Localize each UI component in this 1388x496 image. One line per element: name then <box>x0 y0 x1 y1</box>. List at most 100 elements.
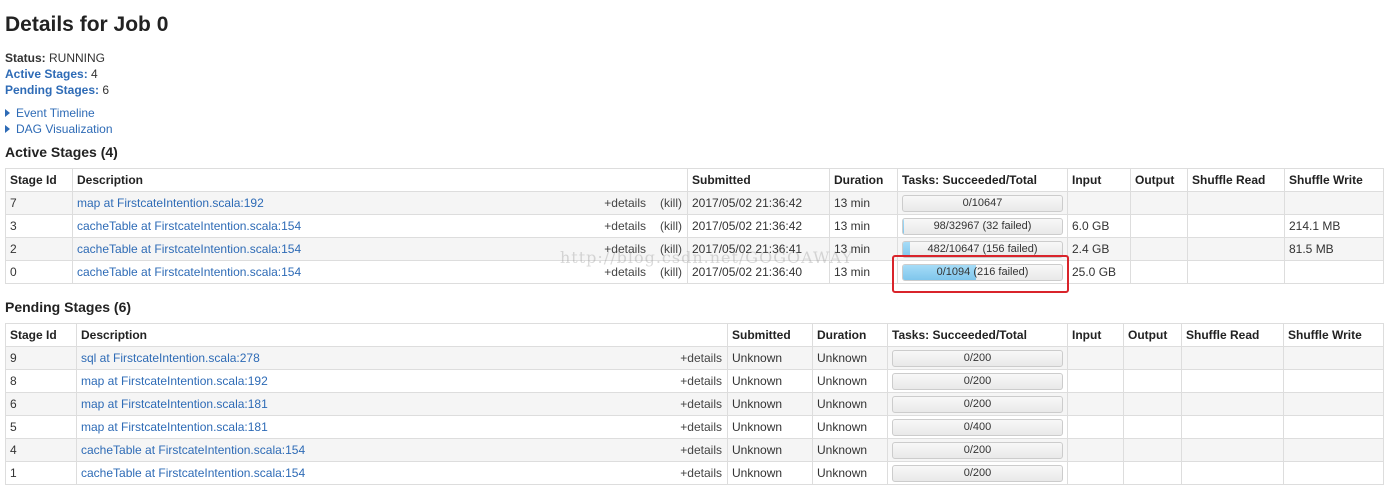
details-toggle[interactable]: +details <box>680 374 722 388</box>
shuffle-read <box>1181 346 1284 370</box>
col-shuffle-read[interactable]: Shuffle Read <box>1187 168 1285 192</box>
col-stage-id[interactable]: Stage Id <box>5 168 73 192</box>
stage-description-link[interactable]: cacheTable at FirstcateIntention.scala:1… <box>77 265 301 279</box>
tasks-cell: 0/400 <box>887 415 1068 439</box>
stage-id: 4 <box>5 438 77 462</box>
stage-id: 1 <box>5 461 77 485</box>
details-toggle[interactable]: +details <box>604 196 646 210</box>
stage-description-link[interactable]: map at FirstcateIntention.scala:192 <box>81 374 268 388</box>
col-description[interactable]: Description <box>72 168 688 192</box>
col-output[interactable]: Output <box>1130 168 1188 192</box>
input-size: 2.4 GB <box>1067 237 1131 261</box>
col-input[interactable]: Input <box>1067 323 1124 347</box>
tasks-progress-bar: 0/200 <box>892 372 1063 390</box>
col-shuffle-write[interactable]: Shuffle Write <box>1284 168 1384 192</box>
stage-description-link[interactable]: map at FirstcateIntention.scala:181 <box>81 420 268 434</box>
col-submitted[interactable]: Submitted <box>727 323 813 347</box>
duration: 13 min <box>829 214 898 238</box>
table-row: 8 map at FirstcateIntention.scala:192 +d… <box>5 369 1384 393</box>
stage-description-link[interactable]: sql at FirstcateIntention.scala:278 <box>81 351 260 365</box>
col-shuffle-read[interactable]: Shuffle Read <box>1181 323 1284 347</box>
stage-id: 7 <box>5 191 73 215</box>
dag-visualization-toggle[interactable]: DAG Visualization <box>5 121 113 137</box>
details-toggle[interactable]: +details <box>680 443 722 457</box>
col-output[interactable]: Output <box>1123 323 1182 347</box>
col-shuffle-write[interactable]: Shuffle Write <box>1283 323 1384 347</box>
table-row: 9 sql at FirstcateIntention.scala:278 +d… <box>5 346 1384 370</box>
col-tasks[interactable]: Tasks: Succeeded/Total <box>897 168 1068 192</box>
tasks-cell: 0/200 <box>887 346 1068 370</box>
stage-id: 6 <box>5 392 77 416</box>
kill-link[interactable]: (kill) <box>660 265 682 279</box>
pending-stages-link[interactable]: Pending Stages: <box>5 83 99 97</box>
active-stages-link[interactable]: Active Stages: <box>5 67 88 81</box>
duration: Unknown <box>812 346 888 370</box>
stage-description-link[interactable]: cacheTable at FirstcateIntention.scala:1… <box>81 466 305 480</box>
input-size <box>1067 392 1124 416</box>
duration: 13 min <box>829 237 898 261</box>
kill-link[interactable]: (kill) <box>660 242 682 256</box>
col-description[interactable]: Description <box>76 323 728 347</box>
input-size: 25.0 GB <box>1067 260 1131 284</box>
stage-description-link[interactable]: cacheTable at FirstcateIntention.scala:1… <box>77 219 301 233</box>
shuffle-write <box>1284 191 1384 215</box>
tasks-cell: 0/200 <box>887 438 1068 462</box>
shuffle-write <box>1283 346 1384 370</box>
tasks-progress-bar: 0/200 <box>892 464 1063 482</box>
event-timeline-toggle[interactable]: Event Timeline <box>5 105 113 121</box>
pending-stages-count: 6 <box>102 83 110 97</box>
tasks-progress-bar: 0/200 <box>892 395 1063 413</box>
input-size <box>1067 369 1124 393</box>
tasks-progress-text: 0/200 <box>963 443 992 456</box>
details-toggle[interactable]: +details <box>680 351 722 365</box>
col-submitted[interactable]: Submitted <box>687 168 830 192</box>
stage-id: 0 <box>5 260 73 284</box>
tasks-progress-bar: 0/400 <box>892 418 1063 436</box>
stage-description-link[interactable]: cacheTable at FirstcateIntention.scala:1… <box>77 242 301 256</box>
pending-stages-row: Pending Stages: 6 <box>5 82 109 98</box>
visualization-toggles: Event Timeline DAG Visualization <box>5 105 113 137</box>
output-size <box>1123 369 1182 393</box>
stage-description-link[interactable]: cacheTable at FirstcateIntention.scala:1… <box>81 443 305 457</box>
tasks-cell: 0/200 <box>887 392 1068 416</box>
shuffle-read <box>1181 438 1284 462</box>
duration: Unknown <box>812 415 888 439</box>
output-size <box>1130 237 1188 261</box>
page-title: Details for Job 0 <box>5 13 169 36</box>
tasks-progress-bar: 98/32967 (32 failed) <box>902 217 1063 235</box>
table-row: 6 map at FirstcateIntention.scala:181 +d… <box>5 392 1384 416</box>
kill-link[interactable]: (kill) <box>660 219 682 233</box>
shuffle-write <box>1283 461 1384 485</box>
input-size <box>1067 346 1124 370</box>
stage-description-link[interactable]: map at FirstcateIntention.scala:192 <box>77 196 264 210</box>
tasks-progress-bar: 0/200 <box>892 349 1063 367</box>
expand-arrow-icon <box>5 125 10 133</box>
highlight-annotation-box <box>892 255 1069 293</box>
duration: Unknown <box>812 461 888 485</box>
input-size <box>1067 438 1124 462</box>
stage-description-link[interactable]: map at FirstcateIntention.scala:181 <box>81 397 268 411</box>
col-stage-id[interactable]: Stage Id <box>5 323 77 347</box>
details-toggle[interactable]: +details <box>604 219 646 233</box>
output-size <box>1130 260 1188 284</box>
details-toggle[interactable]: +details <box>604 265 646 279</box>
col-input[interactable]: Input <box>1067 168 1131 192</box>
tasks-progress-text: 0/200 <box>963 374 992 387</box>
col-duration[interactable]: Duration <box>829 168 898 192</box>
details-toggle[interactable]: +details <box>680 466 722 480</box>
table-row: 4 cacheTable at FirstcateIntention.scala… <box>5 438 1384 462</box>
output-size <box>1123 461 1182 485</box>
kill-link[interactable]: (kill) <box>660 196 682 210</box>
details-toggle[interactable]: +details <box>604 242 646 256</box>
table-row: 2 cacheTable at FirstcateIntention.scala… <box>5 237 1384 261</box>
tasks-progress-text: 0/400 <box>963 420 992 433</box>
tasks-cell: 0/10647 <box>897 191 1068 215</box>
output-size <box>1130 191 1188 215</box>
col-tasks[interactable]: Tasks: Succeeded/Total <box>887 323 1068 347</box>
details-toggle[interactable]: +details <box>680 420 722 434</box>
active-stages-row: Active Stages: 4 <box>5 66 109 82</box>
col-duration[interactable]: Duration <box>812 323 888 347</box>
input-size: 6.0 GB <box>1067 214 1131 238</box>
details-toggle[interactable]: +details <box>680 397 722 411</box>
submitted-time: 2017/05/02 21:36:41 <box>687 237 830 261</box>
